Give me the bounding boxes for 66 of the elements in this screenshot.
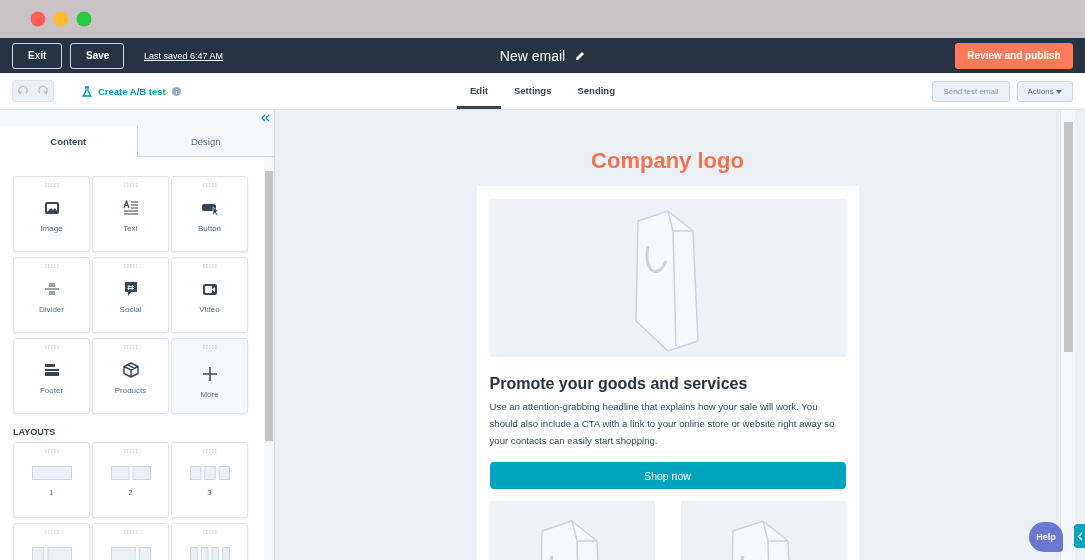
column-layout-icon: [31, 547, 72, 560]
drag-handle-icon: [202, 449, 217, 453]
actions-dropdown[interactable]: Actions: [1016, 80, 1073, 102]
drag-handle-icon: [202, 345, 217, 349]
section-heading: LAYOUTS: [13, 427, 57, 437]
footer-icon: [43, 362, 60, 378]
chevron-left-icon: [1076, 531, 1083, 541]
editor-tab[interactable]: Settings: [501, 73, 565, 109]
save-button[interactable]: Save: [70, 42, 124, 69]
drag-handle-icon: [123, 264, 138, 268]
expand-panel-button[interactable]: [1074, 524, 1085, 548]
column-layout-icon: [189, 547, 230, 560]
column-layout-icon: [110, 466, 151, 480]
module-tile[interactable]: Divider: [13, 257, 90, 333]
window-controls-icon: [30, 11, 92, 27]
layout-tile[interactable]: 1: [13, 442, 90, 518]
module-tile[interactable]: More: [171, 338, 248, 414]
drag-handle-icon: [44, 345, 59, 349]
module-tile[interactable]: Image: [13, 176, 90, 252]
more-icon: [201, 366, 218, 382]
flask-icon: [82, 85, 92, 97]
divider-icon: [43, 281, 60, 297]
video-icon: [201, 281, 218, 297]
module-tile[interactable]: Social: [92, 257, 169, 333]
company-logo: Company logo: [591, 148, 744, 174]
drag-handle-icon: [44, 264, 59, 268]
column-layout-icon: [110, 547, 151, 560]
scrollbar[interactable]: [1060, 110, 1075, 560]
layout-tile[interactable]: 2: [92, 442, 169, 518]
caret-icon: [1056, 89, 1062, 94]
module-tile[interactable]: Text: [92, 176, 169, 252]
email-body-text: Use an attention-grabbing headline that explains how your sale will work. You should also include a CTA with a link to your online store or website right away so your contacts can easily start shopping.: [489, 400, 836, 448]
drag-handle-icon: [44, 183, 59, 187]
pencil-icon: [575, 50, 586, 61]
email-headline: Promote your goods and services: [489, 375, 749, 393]
drag-handle-icon: [202, 530, 217, 534]
drag-handle-icon: [123, 530, 138, 534]
drag-handle-icon: [123, 345, 138, 349]
layout-tile[interactable]: 3: [171, 442, 248, 518]
drag-handle-icon: [44, 449, 59, 453]
module-tile[interactable]: Button: [171, 176, 248, 252]
module-tile[interactable]: Video: [171, 257, 248, 333]
module-tile[interactable]: Footer: [13, 338, 90, 414]
exit-button[interactable]: Exit: [12, 42, 62, 69]
info-icon: [171, 86, 181, 96]
drag-handle-icon: [123, 449, 138, 453]
column-layout-icon: [189, 466, 230, 480]
email-title: New email: [499, 47, 566, 64]
products-icon: [122, 362, 139, 378]
column-layout-icon: [31, 466, 72, 480]
last-saved-link[interactable]: Last saved 6:47 AM: [144, 50, 224, 61]
drag-handle-icon: [202, 183, 217, 187]
social-icon: [122, 281, 139, 297]
drag-handle-icon: [202, 264, 217, 268]
collapse-icon: [261, 114, 270, 122]
drag-handle-icon: [123, 183, 138, 187]
editor-tab[interactable]: Sending: [564, 73, 628, 109]
image-icon: [43, 200, 60, 216]
scrollbar[interactable]: [264, 157, 274, 560]
panel-tab[interactable]: Design: [136, 126, 274, 157]
help-button[interactable]: Help: [1029, 522, 1063, 552]
shop-now-button[interactable]: Shop now: [489, 462, 846, 490]
module-tile[interactable]: Products: [92, 338, 169, 414]
drag-handle-icon: [44, 530, 59, 534]
create-ab-test-button[interactable]: Create A/B test: [82, 85, 181, 97]
text-icon: [122, 200, 139, 216]
